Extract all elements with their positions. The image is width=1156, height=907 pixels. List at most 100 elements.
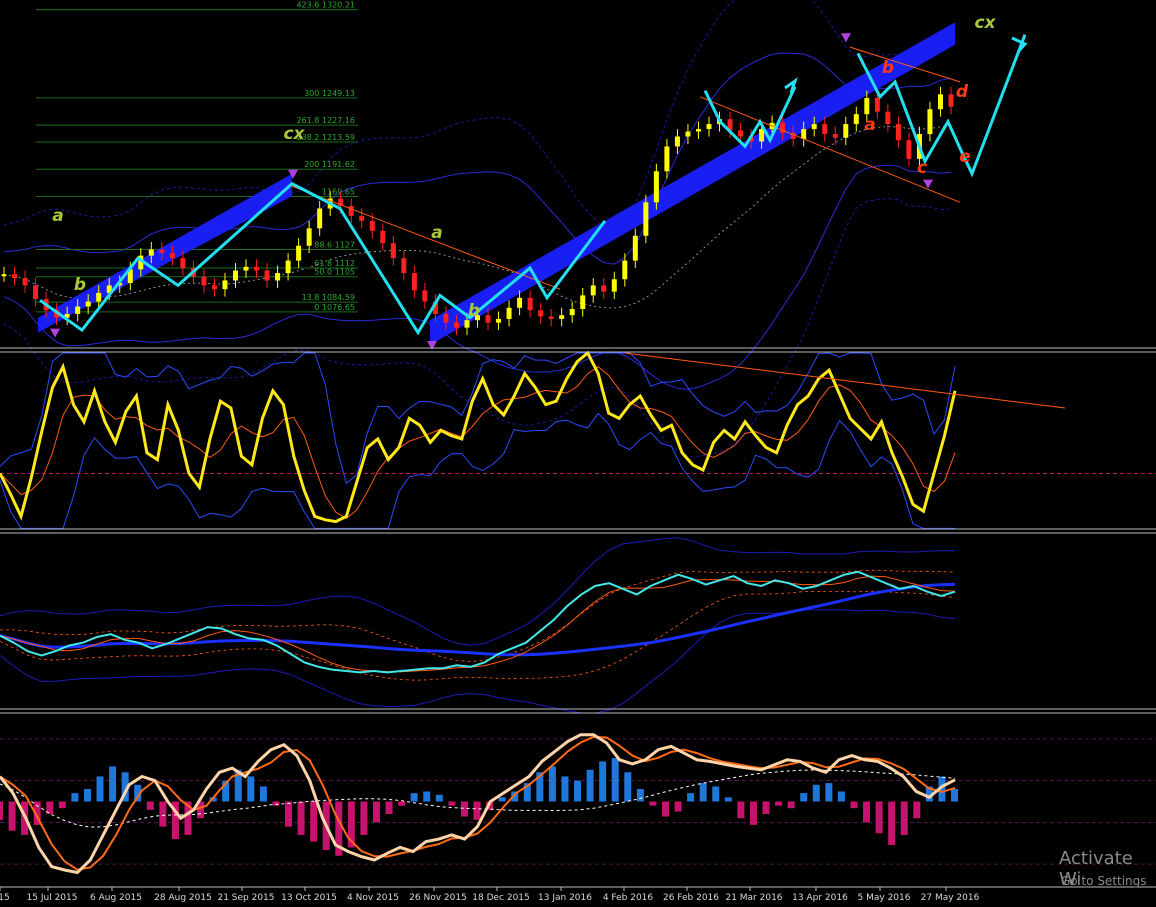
candle-body [169,253,175,259]
histogram-bar [109,766,117,802]
oscillator-2-panel [0,537,956,714]
candle-body [380,230,386,244]
histogram-bar [435,794,443,802]
candle-body [643,202,649,236]
x-tick-label: 26 Feb 2016 [663,893,719,903]
histogram-bar [58,801,66,809]
fib-level-label: 88.6 1127 [314,240,355,249]
histogram-bar [410,793,418,802]
candle-body [148,249,154,256]
candle-body [296,245,302,261]
oscillator-2-lower-band [0,609,956,714]
candle-body [464,320,470,328]
fib-level-label: 200 1191.62 [304,160,355,169]
histogram-bar [548,766,556,802]
candle-body [306,228,312,246]
histogram-bar [875,801,883,834]
channel-fill [430,22,955,346]
candle-body [864,98,870,115]
candle-body [548,316,554,319]
histogram-bar [951,788,958,802]
candle-body [201,276,207,286]
candle-body [33,285,39,300]
fib-level-label: 0 1076.65 [314,303,355,312]
candle-body [885,111,891,125]
histogram-bar [460,801,468,817]
histogram-bar [888,801,896,845]
histogram-bar [611,758,619,802]
histogram-bar [599,761,607,802]
wave-label: cx [974,13,996,33]
x-tick-label: 21 Mar 2016 [725,893,782,903]
histogram-bar [448,801,456,806]
histogram-bar [285,801,293,827]
histogram-bar [310,801,318,842]
candle-body [948,94,954,107]
histogram-bar [385,801,393,815]
candle-body [611,279,617,292]
candle-body [622,260,628,280]
histogram-bar [787,801,795,809]
histogram-bar [812,784,820,802]
candle-body [317,208,323,229]
candle-body [243,266,249,271]
candle-body [85,301,91,307]
wave-label: e [959,147,971,167]
histogram-bar [913,801,921,819]
candle-body [496,318,502,323]
pivot-marker [50,328,60,338]
wave-label: cx [283,124,305,144]
x-tick-label: 18 Dec 2015 [472,893,530,903]
candle-body [632,235,638,261]
x-tick-label: 13 Apr 2016 [792,893,848,903]
histogram-bar [699,783,707,802]
candle-body [506,307,512,319]
candle-body [822,124,828,135]
candle-body [159,249,165,254]
go-to-settings-watermark: Go to Settings [1061,874,1147,888]
candle-body [843,124,849,138]
oscillator-3-panel [0,733,1156,875]
candle-body [853,114,859,125]
candle-body [906,140,912,159]
candle-body [369,220,375,231]
histogram-bar [146,801,154,810]
candle-body [811,124,817,130]
histogram-bar [8,801,16,831]
candle-body [285,260,291,274]
histogram-bar [749,801,757,825]
x-tick-label: 4 Nov 2015 [347,893,399,903]
candle-body [485,315,491,323]
candle-body [1,274,7,277]
histogram-bar [398,801,406,806]
fib-level-label: 50.0 1105 [314,268,355,277]
candle-body [232,270,238,281]
histogram-bar [498,797,506,802]
histogram-bar [96,776,104,802]
candle-body [738,130,744,137]
candle-body [580,295,586,310]
wave-label: a [52,206,63,226]
histogram-bar [624,772,632,802]
x-tick-label: 15 [0,893,10,903]
histogram-bar [775,801,783,806]
candle-body [96,292,102,302]
histogram-bar [687,793,695,802]
x-tick-label: 6 Aug 2015 [90,893,142,903]
histogram-bar [423,791,431,802]
candle-body [264,270,270,281]
fib-level-label: 261.8 1227.16 [296,116,355,125]
x-tick-label: 26 Nov 2015 [409,893,467,903]
chart-root: 423.6 1320.21 300 1249.13 261.8 1227.16 238… [0,0,1156,903]
candle-body [937,94,943,110]
x-tick-label: 28 Aug 2015 [154,893,212,903]
x-tick-label: 5 May 2016 [858,893,911,903]
candle-body [538,310,544,317]
wave-label: a [431,223,442,243]
oscillator-trend-line [624,352,1066,409]
candle-body [590,285,596,296]
histogram-bar [800,793,808,802]
histogram-bar [360,801,368,835]
fib-level-label: 61.8 1112 [314,259,355,268]
fib-level-label: 1169.65 [322,188,355,197]
